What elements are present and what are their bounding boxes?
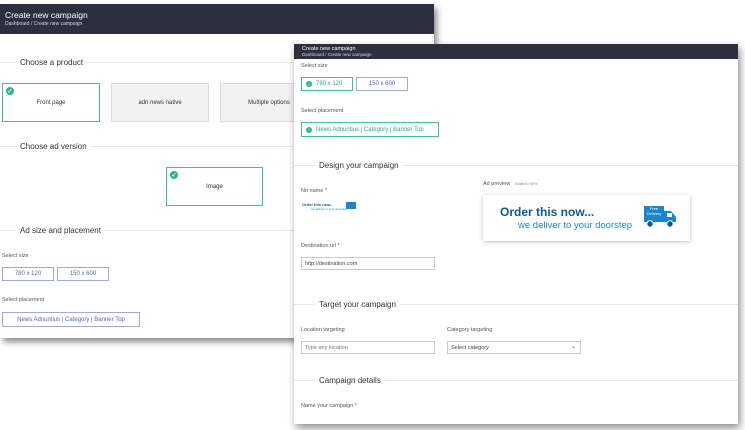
section-design-campaign: Design your campaign [294,161,738,170]
section-title: Ad size and placement [20,226,101,235]
destination-url-input[interactable]: http://destination.com [301,257,435,270]
top-bar: Create new campaign Dashboard / Create n… [294,44,738,59]
chevron-down-icon: ⌄ [570,344,576,350]
section-title: Design your campaign [319,161,399,170]
page-title: Create new campaign [5,10,88,20]
select-placement-label: Select placement [2,297,45,303]
select-placement-label: Select placement [301,108,344,114]
section-target-campaign: Target your campaign [294,300,738,309]
scaled-note: Scaled to 59% [514,182,538,186]
ad-preview: Order this now... we deliver to your doo… [483,195,690,241]
select-size-label: Select size [301,63,328,69]
destination-url-label: Destination url * [301,243,340,249]
product-tile-front-page[interactable]: ✓ Front page [2,83,100,122]
category-select-value: Select category [451,344,489,351]
ad-thumbnail[interactable]: Order this now... we deliver to your doo… [301,201,358,213]
section-campaign-details: Campaign details [294,376,738,385]
free-delivery-badge: Free Delivery [646,206,662,216]
product-tile-label: Front page [36,99,66,106]
product-tile-adn-news-native[interactable]: adn news native [111,83,209,122]
size-option-150x600[interactable]: 150 x 600 [356,77,408,91]
check-icon: ✓ [170,171,178,179]
size-option-780x120[interactable]: 780 x 120 [2,267,54,281]
ad-preview-label: Ad preview Scaled to 59% [483,181,537,187]
no-name-label: No name * [301,188,327,194]
thumb-truck-icon [346,202,356,209]
breadcrumb: Dashboard / Create new campaign [302,52,372,57]
product-tile-label: Multiple options [248,99,290,106]
category-select[interactable]: Select category ⌄ [447,341,581,354]
size-option-780x120[interactable]: ✓ 780 x 120 [301,77,353,91]
section-title: Choose ad version [20,142,87,151]
breadcrumb: Dashboard / Create new campaign [5,21,83,27]
front-campaign-window: Create new campaign Dashboard / Create n… [294,44,738,424]
top-bar: Create new campaign Dashboard / Create n… [0,4,434,34]
size-option-label: 780 x 120 [316,81,343,87]
ad-version-label: Image [206,183,223,190]
ad-headline: Order this now... [500,205,595,219]
ad-version-tile-image[interactable]: ✓ Image [166,167,263,206]
check-icon: ✓ [306,81,312,87]
check-icon: ✓ [6,87,14,95]
ad-subline: we deliver to your doorstep [518,220,633,231]
section-title: Choose a product [20,58,84,67]
category-targeting-label: Category targeting [447,327,493,333]
ad-preview-title: Ad preview [483,181,511,187]
placement-option[interactable]: ✓ News Adnuntius | Category | Banner Top [301,122,439,137]
placement-option[interactable]: News Adnuntius | Category | Banner Top [2,312,140,327]
thumb-line2: we deliver to your doorstep [311,207,348,211]
size-option-150x600[interactable]: 150 x 600 [57,267,109,281]
location-targeting-input[interactable]: Type any location [301,341,435,354]
section-title: Target your campaign [319,300,396,309]
select-size-label: Select size [2,253,29,259]
placement-label: News Adnuntius | Category | Banner Top [316,126,424,133]
check-icon: ✓ [306,126,312,133]
product-tile-label: adn news native [138,99,182,106]
campaign-name-label: Name your campaign * [301,403,357,409]
location-targeting-label: Location targeting [301,327,345,333]
section-title: Campaign details [319,376,381,385]
